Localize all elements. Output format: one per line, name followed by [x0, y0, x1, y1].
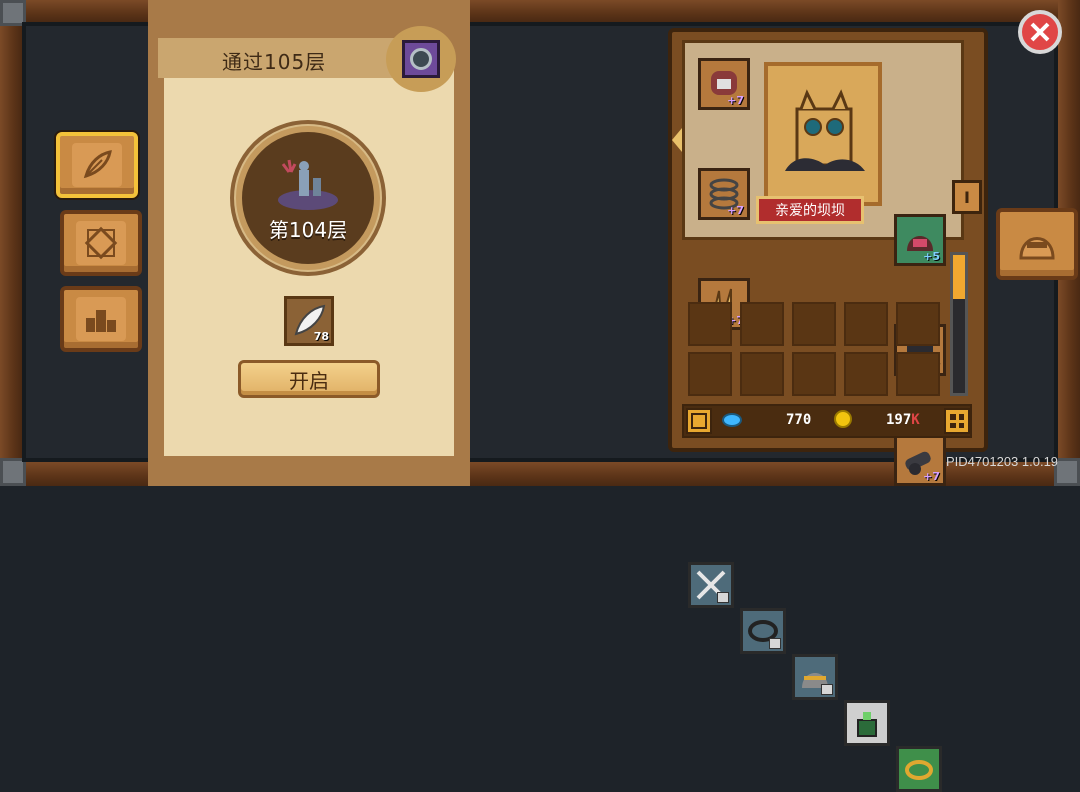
close-button[interactable]: [1018, 10, 1062, 54]
tab-diamond[interactable]: [60, 210, 142, 276]
potion-icon: [857, 712, 877, 737]
character-name: 亲爱的坝坝: [756, 196, 864, 224]
inventory-empty-slot[interactable]: [844, 352, 888, 396]
diamond-icon: [76, 221, 126, 265]
inventory-empty-slot[interactable]: [792, 302, 836, 346]
close-icon: [1030, 22, 1050, 42]
tab-helmet[interactable]: [996, 208, 1078, 280]
reward-count: 78: [313, 330, 329, 343]
portal-icon: [402, 40, 440, 78]
scrollbar-thumb[interactable]: [953, 255, 965, 299]
inventory-empty-slot[interactable]: [688, 352, 732, 396]
inventory-item-2[interactable]: [740, 608, 786, 654]
inventory-item-4[interactable]: [844, 700, 890, 746]
equip-slot-left-2[interactable]: +7: [698, 168, 750, 220]
inventory-empty-slot[interactable]: [740, 302, 784, 346]
equip-level: +7: [727, 94, 744, 107]
equip-level: +5: [923, 250, 940, 263]
inventory-empty-slot[interactable]: [844, 302, 888, 346]
build-info: PID4701203 1.0.19: [946, 454, 1059, 469]
left-frame: [0, 0, 22, 486]
lock-icon: [769, 638, 781, 649]
tower-statue-icon: [278, 159, 338, 210]
current-floor-disk: 第104层: [236, 126, 380, 270]
coin-amount: 197K: [886, 412, 920, 428]
character-avatar-icon: [785, 89, 865, 171]
equip-level: +7: [923, 470, 940, 483]
gem-amount: 770: [786, 412, 812, 428]
inventory-item-3[interactable]: [792, 654, 838, 700]
ring-icon: [905, 760, 933, 780]
coin-suffix: K: [911, 412, 920, 428]
helmet-tab-icon: [1019, 237, 1055, 260]
inventory-empty-slot[interactable]: [896, 302, 940, 346]
current-floor-label: 第104层: [268, 217, 348, 242]
floor-preview-button[interactable]: [386, 26, 456, 92]
inventory-item-5[interactable]: [896, 746, 942, 792]
inventory-empty-slot[interactable]: [896, 352, 940, 396]
next-floor-title: 通过105层: [222, 50, 327, 74]
feather-icon: [72, 143, 122, 187]
inventory-scrollbar[interactable]: [950, 252, 968, 396]
gem-icon: [722, 413, 742, 427]
storage-icon: [691, 413, 707, 429]
open-button[interactable]: 开启: [238, 360, 380, 398]
rank-badge: I: [952, 180, 982, 214]
equip-slot-right-3[interactable]: +7: [894, 434, 946, 486]
tab-podium[interactable]: [60, 286, 142, 352]
portrait-left-arrow[interactable]: [672, 128, 682, 152]
storage-button[interactable]: [686, 408, 712, 434]
inventory-empty-slot[interactable]: [740, 352, 784, 396]
equip-slot-left-1[interactable]: +7: [698, 58, 750, 110]
reward-slot[interactable]: 78: [284, 296, 334, 346]
character-portrait[interactable]: [764, 62, 882, 206]
lock-icon: [717, 592, 729, 603]
inventory-item-1[interactable]: [688, 562, 734, 608]
equip-slot-right-1[interactable]: +5: [894, 214, 946, 266]
equip-level: +7: [727, 204, 744, 217]
tab-feather[interactable]: [56, 132, 138, 198]
inventory-empty-slot[interactable]: [688, 302, 732, 346]
inventory-empty-slot[interactable]: [792, 352, 836, 396]
lock-icon: [821, 684, 833, 695]
coin-value: 197: [886, 412, 912, 428]
corner-bottom-left: [0, 458, 26, 486]
podium-icon: [76, 297, 126, 341]
coin-icon: [834, 410, 852, 428]
sort-button[interactable]: [944, 408, 970, 434]
current-floor-ring: 第104层: [230, 120, 386, 276]
